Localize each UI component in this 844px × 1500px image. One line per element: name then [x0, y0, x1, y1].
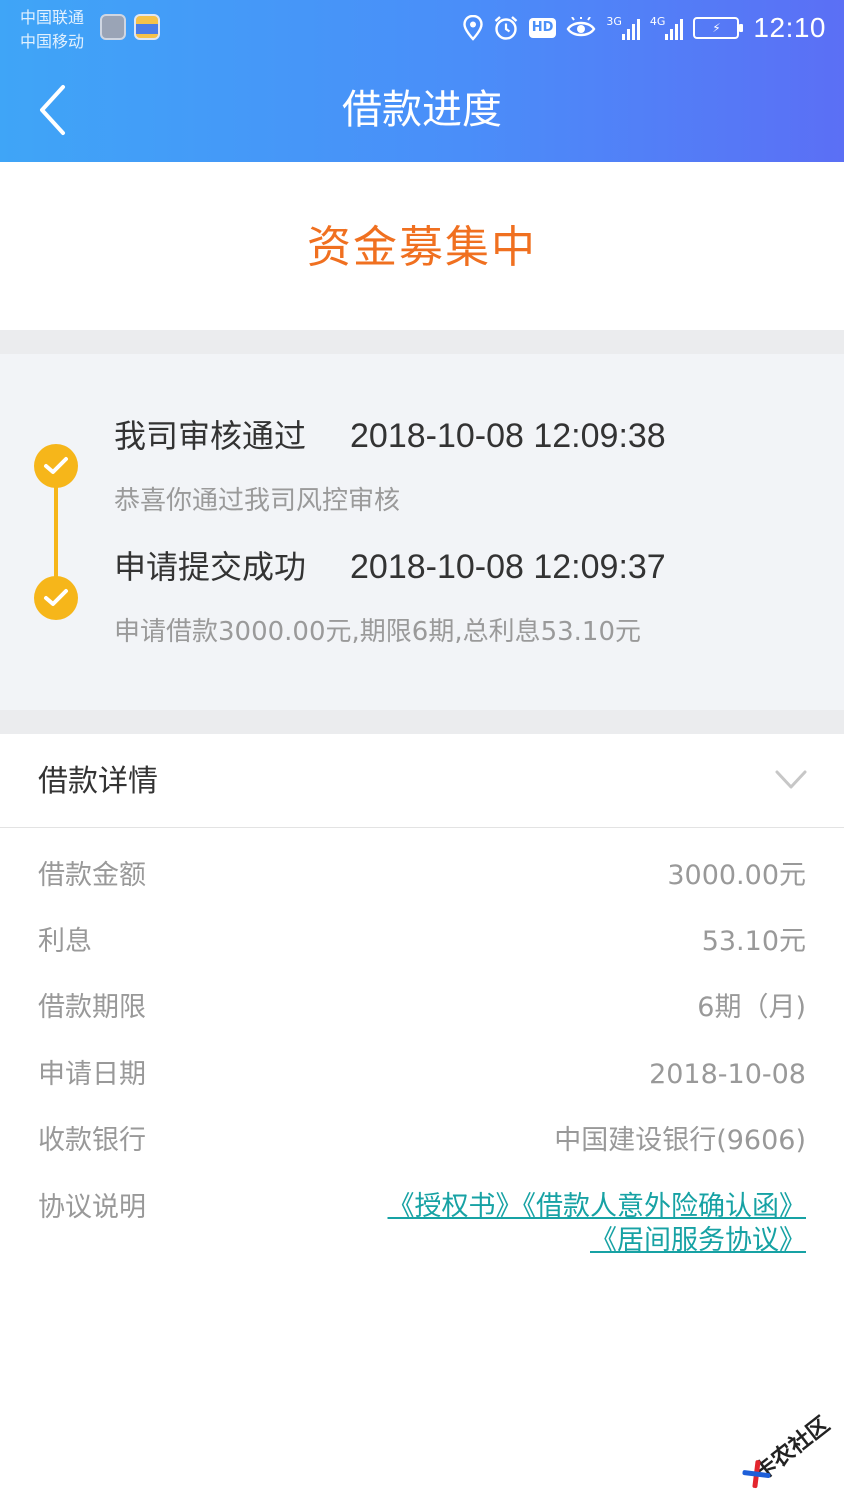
timeline-step-desc: 恭喜你通过我司风控审核	[114, 486, 401, 516]
battery-charging-icon: ⚡	[693, 15, 744, 41]
detail-value-amount: 3000.00元	[667, 860, 806, 891]
detail-value-term: 6期（月)	[697, 992, 806, 1023]
agreement-link-service[interactable]: 《居间服务协议》	[590, 1225, 806, 1256]
watermark-x-icon	[739, 1467, 760, 1491]
signal-3g-icon: 3G	[606, 15, 640, 41]
loan-details-title: 借款详情	[38, 764, 158, 799]
detail-label-agreements: 协议说明	[38, 1192, 146, 1223]
watermark-logo: 卡农社区	[725, 1393, 844, 1500]
agreement-links: 《授权书》《借款人意外险确认函》《居间服务协议》	[186, 1190, 807, 1258]
eye-comfort-icon	[566, 15, 596, 41]
detail-label-bank: 收款银行	[38, 1125, 146, 1156]
notification-icons	[100, 14, 160, 40]
check-circle-icon	[34, 444, 78, 488]
alarm-icon	[493, 15, 519, 41]
detail-label-interest: 利息	[38, 926, 92, 957]
page-title: 借款进度	[342, 87, 502, 133]
detail-label-amount: 借款金额	[38, 860, 146, 891]
check-circle-icon	[34, 576, 78, 620]
section-divider	[0, 710, 844, 734]
carrier-labels: 中国联通 中国移动	[20, 6, 84, 54]
security-app-icon	[100, 14, 126, 40]
detail-value-interest: 53.10元	[701, 926, 806, 957]
top-app-bar: 中国联通 中国移动 HD 3G 4G ⚡ 12:10 借款进度	[0, 0, 844, 162]
location-icon	[462, 15, 483, 41]
timeline-step-title: 申请提交成功	[114, 548, 307, 586]
timeline-step-desc: 申请借款3000.00元,期限6期,总利息53.10元	[114, 617, 642, 647]
loan-status-text: 资金募集中	[307, 222, 537, 273]
hd-icon: HD	[528, 15, 557, 41]
carrier-2: 中国移动	[20, 32, 85, 51]
progress-timeline: 我司审核通过 2018-10-08 12:09:38 恭喜你通过我司风控审核 申…	[0, 354, 844, 710]
detail-value-bank: 中国建设银行(9606)	[554, 1125, 806, 1156]
status-bar: 中国联通 中国移动 HD 3G 4G ⚡ 12:10	[0, 0, 844, 58]
timeline-step-title: 我司审核通过	[114, 417, 307, 455]
timeline-step-time: 2018-10-08 12:09:37	[350, 548, 666, 586]
detail-value-date: 2018-10-08	[649, 1059, 806, 1090]
carrier-1: 中国联通	[20, 8, 85, 27]
agreement-link-authorization[interactable]: 《授权书》	[388, 1191, 523, 1222]
chevron-down-icon	[775, 770, 807, 789]
detail-label-term: 借款期限	[38, 992, 146, 1023]
section-divider	[0, 330, 844, 354]
app-notification-icon	[134, 14, 160, 40]
status-time: 12:10	[753, 12, 826, 43]
loan-status-banner: 资金募集中	[0, 162, 844, 330]
signal-4g-icon: 4G	[650, 15, 684, 41]
status-icons: HD 3G 4G ⚡ 12:10	[462, 10, 826, 46]
loan-details-toggle[interactable]: 借款详情	[0, 734, 844, 828]
agreement-link-insurance[interactable]: 《借款人意外险确认函》	[523, 1191, 807, 1222]
detail-label-date: 申请日期	[38, 1059, 146, 1090]
timeline-step-time: 2018-10-08 12:09:38	[350, 417, 666, 455]
